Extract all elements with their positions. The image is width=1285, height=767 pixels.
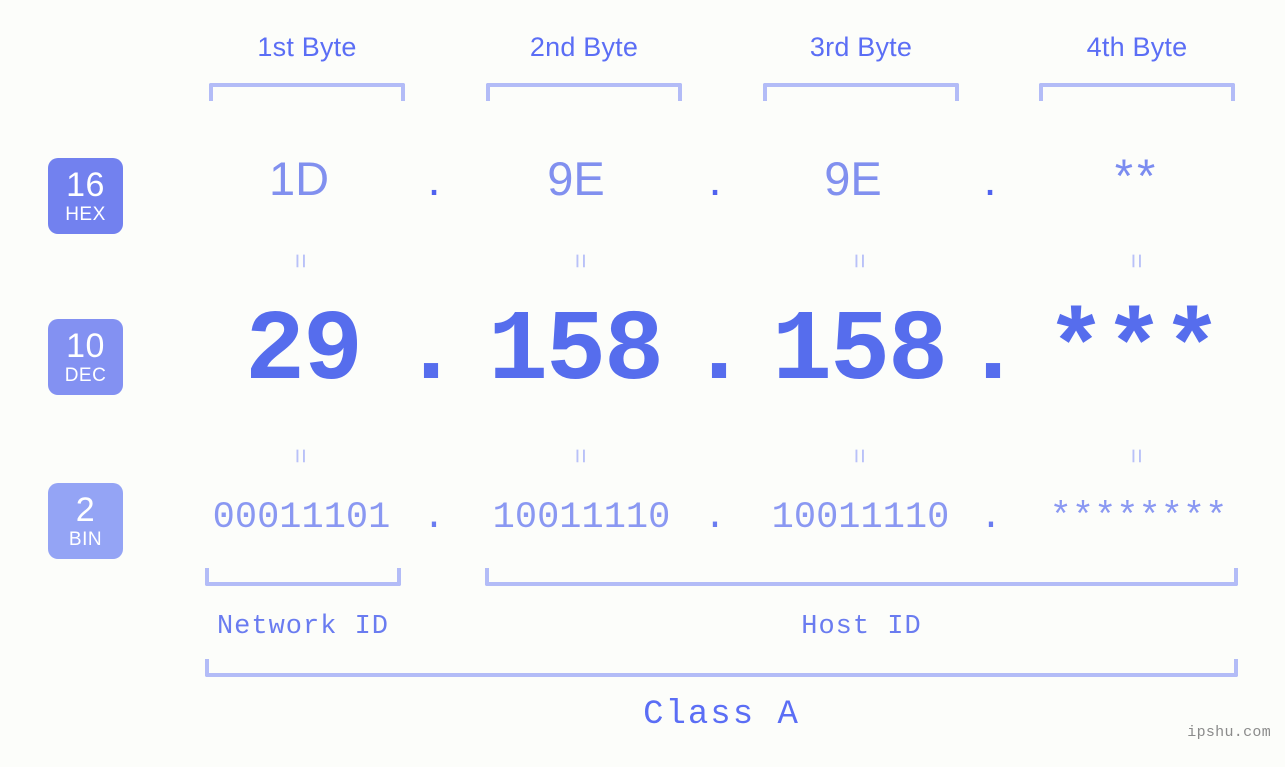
hex-byte-1-value: 1D (268, 152, 330, 205)
bin-byte-3-value: 10011110 (771, 497, 950, 539)
hex-byte-3-value: 9E (824, 152, 882, 205)
byte-header-1: 1st Byte (209, 32, 405, 63)
network-id-label: Network ID (205, 612, 401, 642)
bin-separator-3-glyph: . (979, 497, 1003, 539)
dec-byte-1-value: 29 (244, 296, 363, 409)
hex-separator-2-glyph: . (708, 152, 722, 205)
equality-mark-dec-bin-1: = (286, 447, 316, 465)
dec-byte-3: 158 (745, 303, 973, 403)
network-id-bracket (205, 568, 401, 586)
dec-separator-3-glyph: . (963, 296, 1024, 409)
bin-byte-2-value: 10011110 (492, 497, 671, 539)
base-badge-dec-label: DEC (64, 365, 107, 386)
watermark-text: ipshu.com (1187, 724, 1271, 741)
byte-header-2-label: 2nd Byte (529, 32, 639, 62)
byte-header-4: 4th Byte (1039, 32, 1235, 63)
bin-separator-1: . (406, 500, 462, 537)
equality-mark-glyph: = (845, 253, 875, 269)
equality-mark-glyph: = (286, 448, 316, 464)
base-badge-hex-label: HEX (65, 204, 106, 225)
equality-mark-hex-dec-4: = (1122, 252, 1152, 270)
dec-byte-4: *** (1019, 303, 1247, 403)
hex-separator-1: . (409, 155, 459, 202)
dec-byte-4-value: *** (1045, 296, 1222, 409)
hex-byte-1: 1D (209, 155, 389, 202)
byte-header-3: 3rd Byte (763, 32, 959, 63)
hex-separator-3: . (965, 155, 1015, 202)
hex-byte-2: 9E (486, 155, 666, 202)
equality-mark-glyph: = (1122, 253, 1152, 269)
ip-breakdown-canvas: 1st Byte 2nd Byte 3rd Byte 4th Byte 16 H… (0, 0, 1285, 767)
bin-byte-2: 10011110 (479, 500, 684, 537)
network-id-label-text: Network ID (216, 612, 390, 642)
dec-separator-2-glyph: . (689, 296, 750, 409)
hex-byte-4-value: ** (1114, 149, 1160, 202)
dec-separator-2: . (689, 303, 749, 403)
byte-header-2: 2nd Byte (486, 32, 682, 63)
dec-byte-2-value: 158 (487, 296, 664, 409)
bin-separator-3: . (963, 500, 1019, 537)
equality-mark-dec-bin-4: = (1122, 447, 1152, 465)
watermark: ipshu.com (1187, 724, 1271, 741)
class-label-text: Class A (643, 696, 800, 734)
dec-byte-3-value: 158 (771, 296, 948, 409)
equality-mark-glyph: = (1122, 448, 1152, 464)
bin-byte-3: 10011110 (758, 500, 963, 537)
bin-separator-2: . (687, 500, 743, 537)
base-badge-dec: 10 DEC (48, 319, 123, 395)
equality-mark-dec-bin-3: = (845, 447, 875, 465)
bin-byte-1: 00011101 (199, 500, 404, 537)
byte-header-4-label: 4th Byte (1086, 32, 1188, 62)
hex-byte-4: ** (1039, 152, 1235, 199)
class-bracket (205, 659, 1238, 677)
byte-bracket-1 (209, 83, 405, 101)
equality-mark-glyph: = (286, 253, 316, 269)
base-badge-hex: 16 HEX (48, 158, 123, 234)
base-badge-dec-number: 10 (66, 327, 105, 365)
host-id-label: Host ID (485, 612, 1238, 642)
byte-bracket-2 (486, 83, 682, 101)
base-badge-bin-label: BIN (68, 529, 103, 550)
byte-header-1-label: 1st Byte (257, 32, 357, 62)
equality-mark-glyph: = (566, 448, 596, 464)
base-badge-bin-number: 2 (75, 491, 96, 529)
equality-mark-glyph: = (566, 253, 596, 269)
host-id-label-text: Host ID (801, 612, 922, 642)
hex-byte-3: 9E (763, 155, 943, 202)
bin-separator-1-glyph: . (422, 497, 446, 539)
dec-separator-1: . (401, 303, 461, 403)
dec-separator-3: . (963, 303, 1023, 403)
bin-byte-4: ******** (1036, 500, 1241, 537)
equality-mark-hex-dec-1: = (286, 252, 316, 270)
hex-separator-1-glyph: . (427, 152, 441, 205)
byte-bracket-3 (763, 83, 959, 101)
bin-byte-1-value: 00011101 (212, 497, 391, 539)
byte-header-3-label: 3rd Byte (809, 32, 913, 62)
dec-byte-2: 158 (461, 303, 689, 403)
class-label: Class A (205, 696, 1238, 734)
dec-byte-1: 29 (205, 303, 401, 403)
byte-bracket-4 (1039, 83, 1235, 101)
host-id-bracket (485, 568, 1238, 586)
base-badge-hex-number: 16 (66, 166, 105, 204)
bin-separator-2-glyph: . (703, 497, 727, 539)
dec-separator-1-glyph: . (401, 296, 462, 409)
equality-mark-hex-dec-2: = (566, 252, 596, 270)
hex-separator-2: . (690, 155, 740, 202)
equality-mark-hex-dec-3: = (845, 252, 875, 270)
base-badge-bin: 2 BIN (48, 483, 123, 559)
bin-byte-4-value: ******** (1049, 497, 1228, 539)
equality-mark-glyph: = (845, 448, 875, 464)
equality-mark-dec-bin-2: = (566, 447, 596, 465)
hex-separator-3-glyph: . (983, 152, 997, 205)
hex-byte-2-value: 9E (547, 152, 605, 205)
